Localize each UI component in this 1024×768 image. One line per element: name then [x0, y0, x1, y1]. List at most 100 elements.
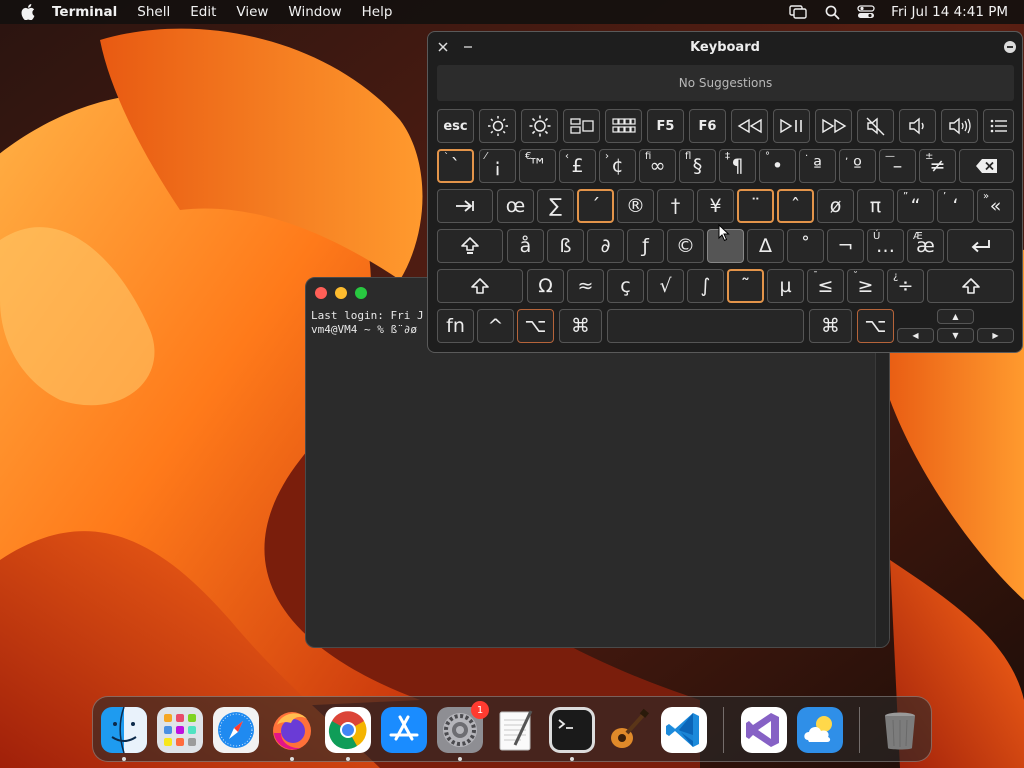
key-z[interactable]: Ω	[527, 269, 564, 303]
key-g[interactable]: ©	[667, 229, 704, 263]
key-8[interactable]: ° •	[759, 149, 796, 183]
menu-window[interactable]: Window	[288, 4, 341, 20]
search-icon[interactable]	[823, 3, 841, 21]
terminal-scrollbar[interactable]	[875, 308, 889, 647]
minimize-button[interactable]	[335, 287, 347, 299]
key-l[interactable]: ¬	[827, 229, 864, 263]
key-u[interactable]: ¨	[737, 189, 774, 223]
screen-mirroring-icon[interactable]	[789, 3, 807, 21]
key-left-shift[interactable]	[437, 269, 523, 303]
key-right-command[interactable]: ⌘	[809, 309, 852, 343]
key-7[interactable]: ‡ ¶	[719, 149, 756, 183]
key-9[interactable]: · ª	[799, 149, 836, 183]
key-n[interactable]: ˜	[727, 269, 764, 303]
key-v[interactable]: √	[647, 269, 684, 303]
key-left-command[interactable]: ⌘	[559, 309, 602, 343]
key-grave[interactable]: ` `	[437, 149, 474, 183]
key-right-shift[interactable]	[927, 269, 1014, 303]
dock-app-store[interactable]	[381, 707, 427, 753]
key-j[interactable]: ∆	[747, 229, 784, 263]
key-down-arrow[interactable]: ▼	[937, 328, 974, 343]
key-2[interactable]: € ™	[519, 149, 556, 183]
key-volume-up[interactable]	[941, 109, 978, 143]
key-tab[interactable]	[437, 189, 493, 223]
key-q[interactable]: œ	[497, 189, 534, 223]
apple-menu-icon[interactable]	[18, 2, 38, 22]
key-backslash[interactable]: » «	[977, 189, 1014, 223]
key-space[interactable]	[607, 309, 804, 343]
key-left-option[interactable]: ⌥	[517, 309, 554, 343]
keyboard-viewer-titlebar[interactable]: Keyboard	[428, 32, 1022, 62]
key-volume-down[interactable]	[899, 109, 936, 143]
key-b[interactable]: ∫	[687, 269, 724, 303]
dock-garageband[interactable]	[605, 707, 651, 753]
key-esc[interactable]: esc	[437, 109, 474, 143]
key-t[interactable]: †	[657, 189, 694, 223]
menu-bar-clock[interactable]: Fri Jul 14 4:41 PM	[891, 4, 1008, 20]
menu-view[interactable]: View	[236, 4, 268, 20]
key-f6[interactable]: F6	[689, 109, 726, 143]
key-3[interactable]: ‹ £	[559, 149, 596, 183]
app-menu-terminal[interactable]: Terminal	[52, 4, 117, 20]
zoom-button[interactable]	[355, 287, 367, 299]
key-quote[interactable]: Ææ	[907, 229, 944, 263]
key-right-bracket[interactable]: ’ ‘	[937, 189, 974, 223]
key-k[interactable]: ˚	[787, 229, 824, 263]
key-launchpad[interactable]	[605, 109, 642, 143]
key-semicolon[interactable]: Ú…	[867, 229, 904, 263]
key-r[interactable]: ®	[617, 189, 654, 223]
dock-finder[interactable]	[101, 707, 147, 753]
dock-safari[interactable]	[213, 707, 259, 753]
key-mute[interactable]	[857, 109, 894, 143]
key-rewind[interactable]	[731, 109, 768, 143]
dock-textedit[interactable]	[493, 707, 539, 753]
dock-terminal[interactable]	[549, 707, 595, 753]
key-slash[interactable]: ¿ ÷	[887, 269, 924, 303]
dock-visual-studio[interactable]	[741, 707, 787, 753]
key-fast-forward[interactable]	[815, 109, 852, 143]
key-i[interactable]: ˆ	[777, 189, 814, 223]
key-6[interactable]: ﬂ §	[679, 149, 716, 183]
dock-weather[interactable]	[797, 707, 843, 753]
key-left-arrow[interactable]: ◀	[897, 328, 934, 343]
dock-launchpad[interactable]	[157, 707, 203, 753]
key-f5[interactable]: F5	[647, 109, 684, 143]
key-right-option[interactable]: ⌥	[857, 309, 894, 343]
menu-edit[interactable]: Edit	[190, 4, 216, 20]
key-d[interactable]: ∂	[587, 229, 624, 263]
key-right-arrow[interactable]: ▶	[977, 328, 1014, 343]
options-icon[interactable]	[1004, 41, 1016, 53]
key-a[interactable]: å	[507, 229, 544, 263]
key-caps-lock[interactable]	[437, 229, 503, 263]
dock-firefox[interactable]	[269, 707, 315, 753]
key-c[interactable]: ç	[607, 269, 644, 303]
dock-vscode[interactable]	[661, 707, 707, 753]
key-comma[interactable]: ¯ ≤	[807, 269, 844, 303]
key-s[interactable]: ß	[547, 229, 584, 263]
key-list[interactable]	[983, 109, 1014, 143]
key-w[interactable]: ∑	[537, 189, 574, 223]
key-e[interactable]: ´	[577, 189, 614, 223]
key-mission-control[interactable]	[563, 109, 600, 143]
key-control[interactable]: ^	[477, 309, 514, 343]
key-fn[interactable]: fn	[437, 309, 474, 343]
key-delete[interactable]	[959, 149, 1014, 183]
key-period[interactable]: ˘ ≥	[847, 269, 884, 303]
key-play-pause[interactable]	[773, 109, 810, 143]
key-o[interactable]: ø	[817, 189, 854, 223]
key-m[interactable]: µ	[767, 269, 804, 303]
key-brightness-down[interactable]	[479, 109, 516, 143]
key-minus[interactable]: — –	[879, 149, 916, 183]
key-p[interactable]: π	[857, 189, 894, 223]
key-5[interactable]: ﬁ ∞	[639, 149, 676, 183]
key-return[interactable]	[947, 229, 1014, 263]
close-button[interactable]	[315, 287, 327, 299]
key-brightness-up[interactable]	[521, 109, 558, 143]
dock-trash[interactable]	[877, 707, 923, 753]
control-center-icon[interactable]	[857, 3, 875, 21]
key-left-bracket[interactable]: ” “	[897, 189, 934, 223]
key-4[interactable]: › ¢	[599, 149, 636, 183]
key-x[interactable]: ≈	[567, 269, 604, 303]
key-0[interactable]: ‚ º	[839, 149, 876, 183]
dock-chrome[interactable]	[325, 707, 371, 753]
